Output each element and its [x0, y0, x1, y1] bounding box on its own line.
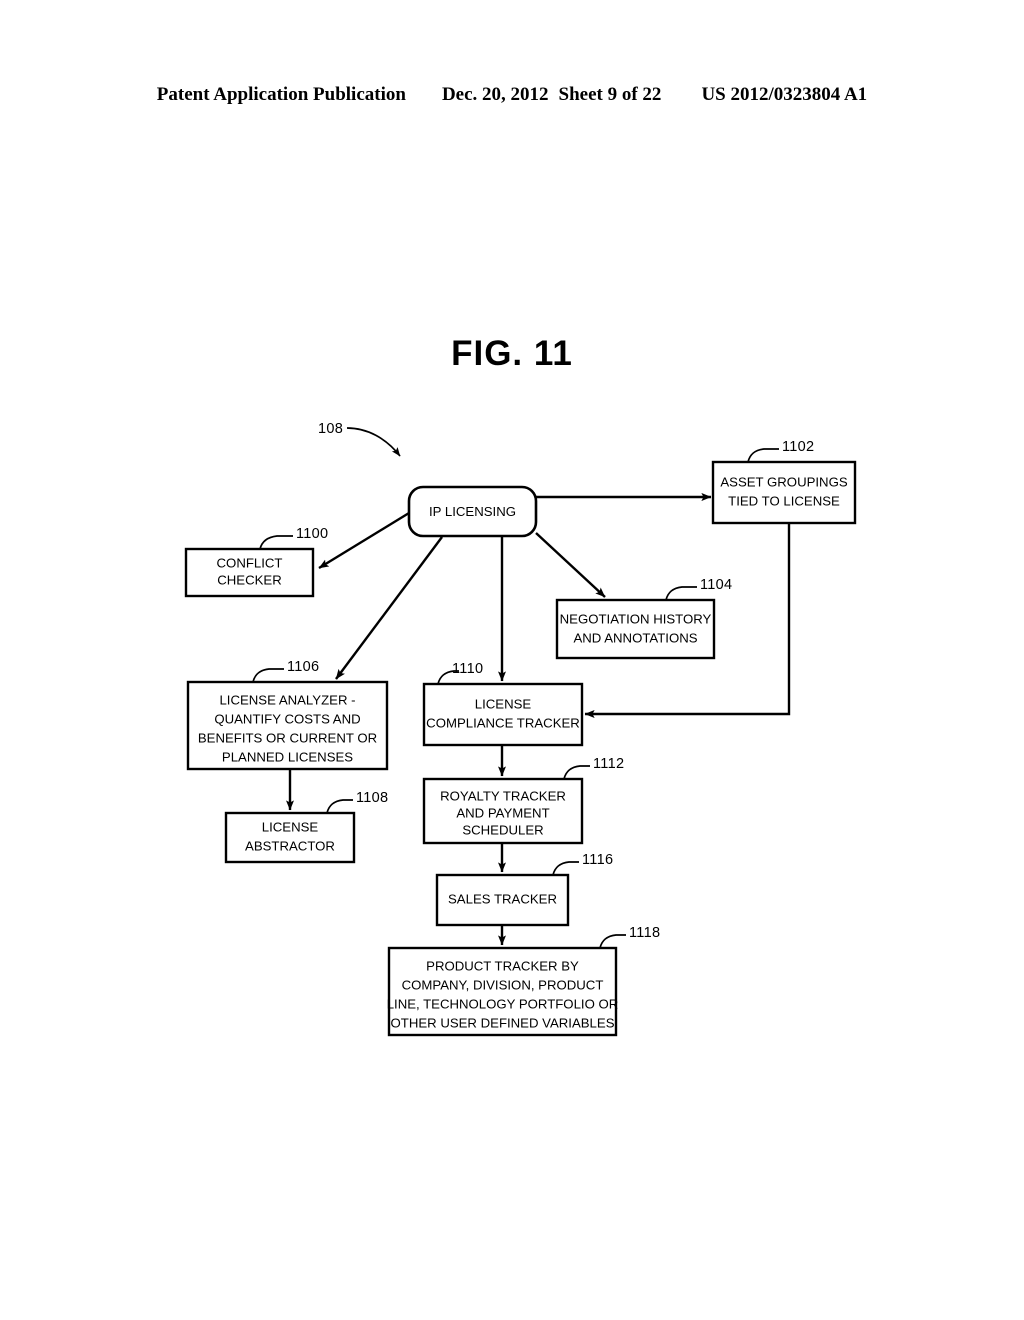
node-label-product-tracker-line4: OTHER USER DEFINED VARIABLES	[391, 1015, 615, 1030]
node-label-royalty-tracker-line3: SCHEDULER	[462, 822, 543, 837]
node-label-product-tracker-line2: COMPANY, DIVISION, PRODUCT	[402, 977, 604, 992]
node-label-license-analyzer-line2: QUANTIFY COSTS AND	[214, 711, 360, 726]
node-label-sales-tracker: SALES TRACKER	[448, 891, 557, 906]
ref-leader-1116	[552, 861, 579, 876]
node-royalty-tracker[interactable]: ROYALTY TRACKER AND PAYMENT SCHEDULER	[422, 777, 584, 845]
ref-label-1116: 1116	[582, 852, 613, 868]
ref-label-1106: 1106	[287, 659, 319, 675]
node-label-royalty-tracker-line1: ROYALTY TRACKER	[440, 788, 566, 803]
ref-leader-1112	[563, 765, 590, 780]
node-label-license-analyzer-line4: PLANNED LICENSES	[222, 749, 353, 764]
ref-label-1102: 1102	[782, 439, 814, 455]
node-ip-licensing[interactable]: IP LICENSING	[407, 485, 538, 538]
node-product-tracker[interactable]: PRODUCT TRACKER BY COMPANY, DIVISION, PR…	[387, 946, 619, 1037]
system-ref-leader	[346, 427, 401, 457]
node-license-abstractor[interactable]: LICENSE ABSTRACTOR	[224, 811, 356, 864]
node-conflict-checker[interactable]: CONFLICT CHECKER	[184, 547, 315, 598]
ref-leader-1106	[252, 668, 284, 683]
node-sales-tracker[interactable]: SALES TRACKER	[435, 873, 570, 927]
ref-leader-1100	[259, 535, 293, 550]
node-label-product-tracker-line1: PRODUCT TRACKER BY	[426, 958, 579, 973]
ref-label-1112: 1112	[593, 756, 624, 772]
ref-leader-1108	[326, 799, 353, 814]
node-license-compliance-tracker[interactable]: LICENSE COMPLIANCE TRACKER	[422, 682, 584, 747]
node-label-license-abstractor-line2: ABSTRACTOR	[245, 838, 335, 853]
node-label-license-abstractor-line1: LICENSE	[262, 819, 319, 834]
node-label-royalty-tracker-line2: AND PAYMENT	[456, 805, 549, 820]
ref-label-1104: 1104	[700, 577, 732, 593]
node-label-product-tracker-line3: LINE, TECHNOLOGY PORTFOLIO OR	[387, 996, 619, 1011]
ref-leader-1102	[747, 448, 779, 463]
node-label-license-compliance-tracker-line2: COMPLIANCE TRACKER	[426, 715, 580, 730]
ref-label-1108: 1108	[356, 790, 388, 806]
ref-leader-1118	[599, 934, 626, 949]
node-label-conflict-checker-line2: CHECKER	[217, 572, 281, 587]
node-asset-groupings[interactable]: ASSET GROUPINGS TIED TO LICENSE	[711, 460, 857, 525]
node-label-license-analyzer-line3: BENEFITS OR CURRENT OR	[198, 730, 377, 745]
node-label-asset-groupings-line1: ASSET GROUPINGS	[720, 474, 847, 489]
node-label-negotiation-history-line2: AND ANNOTATIONS	[573, 630, 697, 645]
node-label-ip-licensing: IP LICENSING	[429, 504, 516, 519]
node-label-asset-groupings-line2: TIED TO LICENSE	[728, 493, 840, 508]
edge-ip-licensing-to-license-analyzer	[335, 536, 443, 680]
edge-ip-licensing-to-conflict-checker	[318, 511, 410, 570]
node-license-analyzer[interactable]: LICENSE ANALYZER - QUANTIFY COSTS AND BE…	[186, 680, 389, 771]
ref-label-1118: 1118	[629, 925, 660, 941]
ref-label-108: 108	[318, 421, 343, 437]
node-label-license-analyzer-line1: LICENSE ANALYZER -	[219, 692, 355, 707]
node-label-negotiation-history-line1: NEGOTIATION HISTORY	[560, 611, 712, 626]
node-negotiation-history[interactable]: NEGOTIATION HISTORY AND ANNOTATIONS	[555, 598, 716, 660]
node-label-license-compliance-tracker-line1: LICENSE	[475, 696, 532, 711]
ref-label-1100: 1100	[296, 526, 328, 542]
flow-diagram: 108 IP LICENSING CONFLICT CHECKER 1100 A…	[184, 421, 857, 1037]
node-label-conflict-checker-line1: CONFLICT	[217, 555, 283, 570]
ref-label-1110: 1110	[452, 661, 483, 677]
patent-page: Patent Application Publication Dec. 20, …	[0, 0, 1024, 1320]
edge-ip-licensing-to-negotiation-history	[535, 532, 606, 598]
ref-leader-1104	[665, 586, 697, 601]
